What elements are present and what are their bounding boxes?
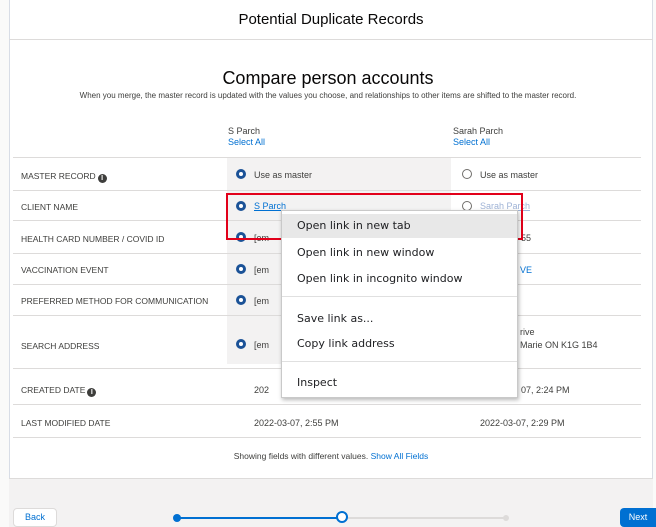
radio-address-left[interactable] — [236, 339, 246, 349]
row-label-health-card: HEALTH CARD NUMBER / COVID ID — [21, 234, 165, 244]
column-left-name: S Parch — [228, 126, 261, 136]
progress-line-complete — [178, 517, 342, 519]
compare-heading: Compare person accounts — [222, 68, 434, 88]
vaccination-left-text: [em — [254, 265, 270, 275]
progress-step-2-current — [336, 511, 348, 523]
back-button[interactable]: Back — [13, 508, 57, 527]
last-modified-right-text: 2022-03-07, 2:29 PM — [480, 418, 565, 428]
column-header-right: Sarah Parch Select All — [453, 126, 503, 148]
footer-bar — [9, 478, 653, 527]
radio-master-left[interactable] — [236, 169, 246, 179]
fields-note: Showing fields with different values. Sh… — [9, 451, 653, 461]
menu-inspect[interactable]: Inspect — [282, 371, 517, 395]
row-label-master-record: MASTER RECORD i — [21, 171, 107, 183]
row-label-vaccination-event: VACCINATION EVENT — [21, 265, 109, 275]
column-header-left: S Parch Select All — [228, 126, 265, 148]
menu-open-new-tab[interactable]: Open link in new tab — [282, 214, 517, 238]
created-right-text: 07, 2:24 PM — [521, 385, 570, 395]
progress-line-pending — [342, 517, 506, 519]
row-label-client-name: CLIENT NAME — [21, 202, 78, 212]
row-label-search-address: SEARCH ADDRESS — [21, 341, 100, 351]
vaccination-right-link[interactable]: VE — [520, 265, 532, 275]
show-all-fields-link[interactable]: Show All Fields — [371, 451, 429, 461]
row-label-last-modified: LAST MODIFIED DATE — [21, 418, 111, 428]
radio-vaccination-left[interactable] — [236, 264, 246, 274]
column-right-name: Sarah Parch — [453, 126, 504, 136]
preferred-left-text: [em — [254, 296, 270, 306]
info-icon[interactable]: i — [97, 174, 107, 183]
fields-note-text: Showing fields with different values. — [233, 451, 369, 461]
select-all-left[interactable]: Select All — [228, 137, 265, 148]
menu-open-incognito[interactable]: Open link in incognito window — [282, 267, 517, 291]
address-right-line2: Marie ON K1G 1B4 — [520, 340, 598, 350]
menu-save-link-as[interactable]: Save link as... — [282, 307, 517, 331]
progress-step-1 — [173, 514, 181, 522]
table-row — [13, 157, 641, 191]
radio-preferred-left[interactable] — [236, 295, 246, 305]
menu-open-new-window[interactable]: Open link in new window — [282, 241, 517, 265]
created-left-text: 202 — [254, 385, 270, 395]
progress-step-3 — [503, 515, 509, 521]
master-right-text: Use as master — [480, 170, 539, 180]
modal-header: Potential Duplicate Records — [9, 0, 653, 40]
address-left-text: [em — [254, 340, 270, 350]
master-left-text: Use as master — [254, 170, 313, 180]
info-icon[interactable]: i — [87, 388, 97, 397]
menu-separator — [282, 361, 517, 362]
modal-title: Potential Duplicate Records — [238, 11, 424, 28]
address-right-line1: rive — [520, 327, 535, 337]
radio-master-right[interactable] — [462, 169, 472, 179]
compare-subheading: When you merge, the master record is upd… — [79, 91, 577, 100]
row-label-preferred-method: PREFERRED METHOD FOR COMMUNICATION — [21, 296, 209, 306]
menu-separator — [282, 296, 517, 297]
row-label-created-date: CREATED DATE i — [21, 385, 97, 397]
link-context-menu: Open link in new tab Open link in new wi… — [281, 210, 518, 398]
last-modified-left-text: 2022-03-07, 2:55 PM — [254, 418, 339, 428]
select-all-right[interactable]: Select All — [453, 137, 503, 148]
menu-copy-link-address[interactable]: Copy link address — [282, 332, 517, 356]
next-button[interactable]: Next — [620, 508, 656, 527]
